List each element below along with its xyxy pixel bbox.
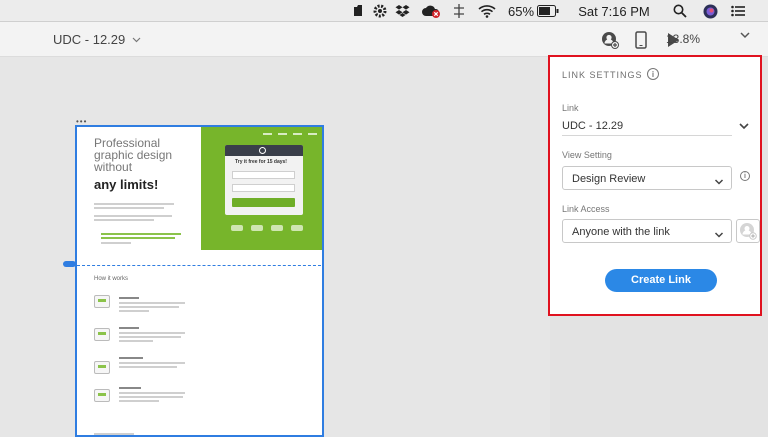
document-title: UDC - 12.29 (53, 32, 126, 47)
divider-handle[interactable] (63, 261, 76, 267)
link-name-value[interactable]: UDC - 12.29 (562, 120, 623, 132)
device-preview-icon[interactable] (632, 31, 650, 49)
step-icon (94, 389, 110, 402)
step-text (119, 357, 143, 359)
step-text (119, 306, 179, 308)
client-logo (251, 225, 263, 231)
step-text (119, 396, 183, 398)
text-placeholder (94, 207, 164, 209)
artboard-nav (263, 133, 317, 135)
chevron-down-icon (714, 227, 724, 238)
share-user-icon[interactable] (601, 31, 619, 49)
step-text (119, 302, 185, 304)
footer-text (94, 433, 134, 435)
step-text (119, 392, 185, 394)
link-settings-panel: LINK SETTINGS i Link UDC - 12.29 View Se… (548, 55, 762, 316)
search-icon[interactable] (672, 3, 688, 19)
step-text (119, 297, 139, 299)
chevron-down-icon[interactable] (738, 119, 750, 131)
step-icon (94, 295, 110, 308)
artboard-preview[interactable]: Professional graphic design without any … (75, 125, 324, 437)
step-icon (94, 328, 110, 341)
text-placeholder (94, 219, 154, 221)
step-text (119, 362, 185, 364)
network-icon[interactable] (452, 3, 466, 19)
form-logo (259, 147, 266, 154)
form-button (232, 198, 295, 207)
text-placeholder (94, 215, 172, 217)
text-placeholder (101, 242, 131, 244)
creative-cloud-icon[interactable] (421, 3, 441, 19)
link-label: Link (562, 103, 579, 113)
hero-title: Professional graphic design without (94, 136, 173, 174)
view-setting-label: View Setting (562, 150, 612, 160)
add-user-icon[interactable] (736, 219, 760, 243)
hero-right-panel: Try it free for 15 days! (201, 127, 322, 250)
client-logo (271, 225, 283, 231)
form-field (232, 171, 295, 179)
document-title-dropdown[interactable]: UDC - 12.29 (53, 32, 141, 47)
panel-title: LINK SETTINGS (562, 70, 643, 80)
form-header (225, 145, 303, 156)
step-icon (94, 361, 110, 374)
chevron-down-icon[interactable] (740, 30, 750, 42)
menu-icon[interactable] (730, 3, 746, 19)
section-divider (77, 265, 322, 266)
siri-icon[interactable] (702, 3, 718, 19)
quote-placeholder (101, 237, 175, 239)
text-placeholder (94, 203, 174, 205)
battery-icon[interactable] (537, 3, 559, 19)
dropbox-icon[interactable] (394, 3, 410, 19)
chevron-down-icon (132, 35, 141, 45)
create-link-button[interactable]: Create Link (605, 269, 717, 292)
form-field (232, 184, 295, 192)
view-setting-select[interactable]: Design Review (562, 166, 732, 190)
zoom-level[interactable]: 13.8% (666, 32, 700, 46)
gear-icon[interactable] (372, 3, 388, 19)
menubar-clock[interactable]: Sat 7:16 PM (577, 3, 651, 19)
step-text (119, 340, 153, 342)
chevron-down-icon (714, 174, 724, 185)
info-icon[interactable]: i (740, 171, 750, 181)
step-text (119, 336, 181, 338)
link-access-value: Anyone with the link (572, 226, 670, 238)
view-setting-value: Design Review (572, 173, 646, 185)
link-access-label: Link Access (562, 204, 610, 214)
client-logo (291, 225, 303, 231)
section-title: How it works (94, 276, 129, 282)
step-text (119, 310, 149, 312)
wifi-icon[interactable] (478, 3, 496, 19)
info-icon[interactable]: i (647, 68, 659, 80)
step-text (119, 400, 159, 402)
step-text (119, 387, 141, 389)
step-text (119, 332, 185, 334)
client-logo (231, 225, 243, 231)
evernote-icon[interactable] (350, 3, 366, 19)
step-text (119, 366, 177, 368)
trial-form-card: Try it free for 15 days! (225, 145, 303, 215)
hero-strong-text: any limits! (94, 177, 159, 192)
menu-bar: 65% Sat 7:16 PM (0, 0, 768, 22)
battery-percent: 65% (507, 3, 535, 19)
hero-left-panel: Professional graphic design without any … (77, 127, 201, 250)
link-access-select[interactable]: Anyone with the link (562, 219, 732, 243)
form-title: Try it free for 15 days! (235, 159, 287, 165)
app-toolbar: UDC - 12.29 13.8% (0, 22, 768, 57)
quote-placeholder (101, 233, 181, 235)
link-underline (562, 135, 732, 136)
step-text (119, 327, 139, 329)
